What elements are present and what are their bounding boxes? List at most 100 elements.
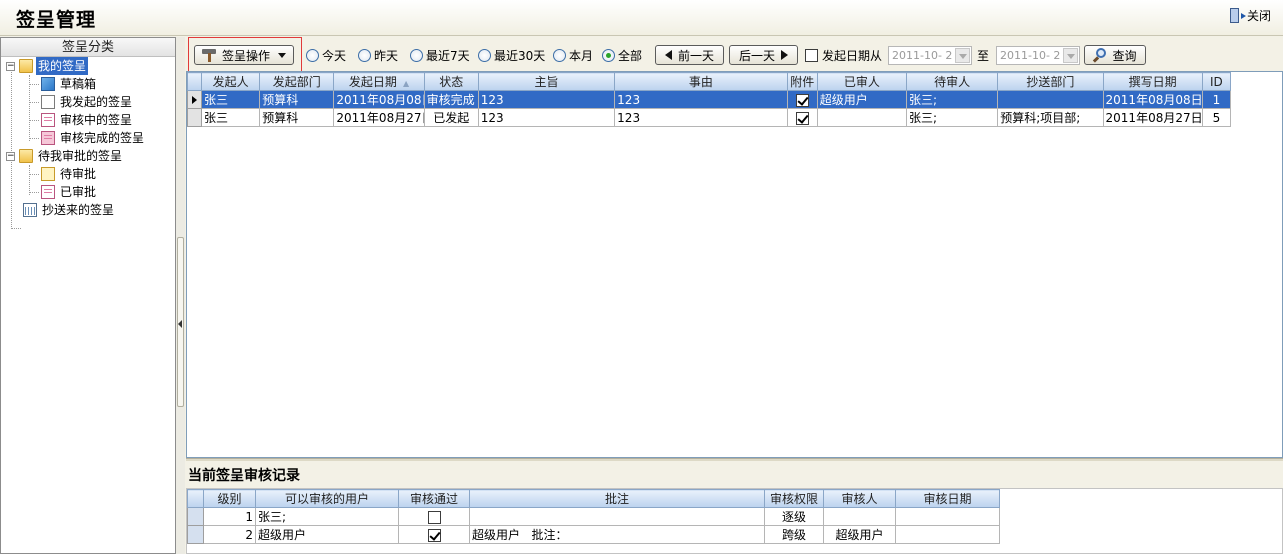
- toolbar: 签呈操作 今天 昨天 最近7天 最近30天 本月 全部 前一天 后一天 发起日期…: [186, 37, 1283, 73]
- cell-id[interactable]: 5: [1201, 108, 1232, 127]
- cell-level[interactable]: 2: [203, 525, 256, 544]
- cell-initiated-date[interactable]: 2011年08月08日: [333, 90, 425, 109]
- table-row[interactable]: 张三 预算科 2011年08月08日 审核完成 123 123 超级用户 张三;…: [186, 90, 1232, 109]
- cell-department[interactable]: 预算科: [259, 90, 335, 109]
- filter-all[interactable]: 全部: [602, 45, 642, 65]
- next-day-button[interactable]: 后一天: [729, 45, 798, 65]
- checkbox-checked-icon[interactable]: [427, 528, 441, 542]
- cell-reviewed-by[interactable]: [816, 108, 907, 127]
- tree-item-review-complete[interactable]: 审核完成的签呈: [41, 129, 146, 147]
- cell-reviewed-by[interactable]: 超级用户: [816, 90, 907, 109]
- col-audit-date[interactable]: 审核日期: [895, 489, 1000, 508]
- cell-eligible-users[interactable]: 张三;: [255, 507, 399, 526]
- cell-level[interactable]: 1: [203, 507, 256, 526]
- collapse-toggle-icon[interactable]: −: [6, 61, 15, 71]
- cell-audit-date[interactable]: [895, 525, 1000, 544]
- col-id[interactable]: ID: [1201, 72, 1232, 91]
- table-row[interactable]: 2 超级用户 超级用户 批注： 跨级 超级用户: [187, 525, 1000, 544]
- tree-item-approved[interactable]: 已审批: [41, 183, 98, 201]
- col-reviewed-by[interactable]: 已审人: [816, 72, 907, 91]
- cell-passed[interactable]: [398, 507, 470, 526]
- col-department[interactable]: 发起部门: [259, 72, 335, 91]
- query-button[interactable]: 查询: [1084, 45, 1146, 65]
- cell-status[interactable]: 已发起: [423, 108, 479, 127]
- cell-reason[interactable]: 123: [614, 90, 788, 109]
- prev-day-button[interactable]: 前一天: [655, 45, 724, 65]
- col-passed[interactable]: 审核通过: [398, 489, 470, 508]
- cell-status[interactable]: 审核完成: [423, 90, 479, 109]
- cell-initiator[interactable]: 张三: [201, 90, 261, 109]
- calendar-dropdown-icon[interactable]: [1063, 47, 1078, 63]
- row-indicator[interactable]: [187, 507, 204, 526]
- cell-eligible-users[interactable]: 超级用户: [255, 525, 399, 544]
- collapse-left-icon[interactable]: [178, 320, 182, 328]
- col-pending-reviewer[interactable]: 待审人: [905, 72, 999, 91]
- cell-subject[interactable]: 123: [477, 90, 616, 109]
- filter-last-7-days[interactable]: 最近7天: [410, 45, 470, 65]
- col-level[interactable]: 级别: [203, 489, 256, 508]
- date-to-picker[interactable]: 2011-10- 2: [996, 45, 1080, 65]
- filter-yesterday[interactable]: 昨天: [358, 45, 398, 65]
- checkbox-icon[interactable]: [427, 510, 441, 524]
- col-attachment[interactable]: 附件: [786, 72, 818, 91]
- date-filter-checkbox[interactable]: 发起日期从: [805, 45, 882, 65]
- close-button[interactable]: 关闭: [1229, 6, 1271, 24]
- tree-item-cc-received[interactable]: 抄送来的签呈: [23, 201, 116, 219]
- col-initiated-date[interactable]: 发起日期 ▲: [333, 72, 425, 91]
- operations-menu-button[interactable]: 签呈操作: [194, 45, 294, 65]
- col-reason[interactable]: 事由: [614, 72, 788, 91]
- cell-permission[interactable]: 跨级: [764, 525, 824, 544]
- tree-item-drafts[interactable]: 草稿箱: [41, 75, 98, 93]
- cell-auditor[interactable]: [823, 507, 896, 526]
- tree-item-awaiting-my-approval[interactable]: − 待我审批的签呈: [6, 147, 124, 165]
- cell-initiated-date[interactable]: 2011年08月27日: [333, 108, 425, 127]
- table-row[interactable]: 张三 预算科 2011年08月27日 已发起 123 123 张三; 预算科;项…: [186, 108, 1232, 127]
- cell-cc-department[interactable]: [997, 90, 1104, 109]
- row-indicator[interactable]: [186, 108, 203, 127]
- filter-this-month[interactable]: 本月: [553, 45, 593, 65]
- cell-permission[interactable]: 逐级: [764, 507, 824, 526]
- cell-pending-reviewer[interactable]: 张三;: [905, 108, 999, 127]
- cell-attachment[interactable]: [786, 90, 818, 109]
- cell-reason[interactable]: 123: [614, 108, 788, 127]
- cell-passed[interactable]: [398, 525, 470, 544]
- checkbox-checked-icon[interactable]: [795, 111, 809, 125]
- collapse-toggle-icon[interactable]: −: [6, 151, 15, 161]
- checkbox-checked-icon[interactable]: [795, 93, 809, 107]
- cell-department[interactable]: 预算科: [259, 108, 335, 127]
- col-comment[interactable]: 批注: [469, 489, 765, 508]
- col-cc-department[interactable]: 抄送部门: [997, 72, 1104, 91]
- panel-splitter[interactable]: [176, 37, 185, 554]
- col-status[interactable]: 状态: [423, 72, 479, 91]
- cell-attachment[interactable]: [786, 108, 818, 127]
- tree-item-pending[interactable]: 待审批: [41, 165, 98, 183]
- table-row[interactable]: 1 张三; 逐级: [187, 507, 1000, 526]
- col-subject[interactable]: 主旨: [477, 72, 616, 91]
- date-from-picker[interactable]: 2011-10- 2: [888, 45, 972, 65]
- col-written-date[interactable]: 撰写日期: [1102, 72, 1203, 91]
- cell-comment[interactable]: [469, 507, 765, 526]
- filter-last-30-days[interactable]: 最近30天: [478, 45, 545, 65]
- tree-item-initiated[interactable]: 我发起的签呈: [41, 93, 134, 111]
- cell-initiator[interactable]: 张三: [201, 108, 261, 127]
- cell-auditor[interactable]: 超级用户: [823, 525, 896, 544]
- cell-written-date[interactable]: 2011年08月08日: [1102, 90, 1203, 109]
- tree-item-under-review[interactable]: 审核中的签呈: [41, 111, 134, 129]
- cell-audit-date[interactable]: [895, 507, 1000, 526]
- row-indicator[interactable]: [186, 90, 203, 109]
- filter-today[interactable]: 今天: [306, 45, 346, 65]
- col-eligible-users[interactable]: 可以审核的用户: [255, 489, 399, 508]
- cell-pending-reviewer[interactable]: 张三;: [905, 90, 999, 109]
- cell-comment[interactable]: 超级用户 批注：: [469, 525, 765, 544]
- cell-written-date[interactable]: 2011年08月27日: [1102, 108, 1203, 127]
- col-auditor[interactable]: 审核人: [823, 489, 896, 508]
- tree-item-my-requests[interactable]: − 我的签呈: [6, 57, 89, 75]
- cell-cc-department[interactable]: 预算科;项目部;: [997, 108, 1104, 127]
- col-permission[interactable]: 审核权限: [764, 489, 824, 508]
- panel-divider[interactable]: [186, 458, 1283, 461]
- row-indicator[interactable]: [187, 525, 204, 544]
- cell-id[interactable]: 1: [1201, 90, 1232, 109]
- cell-subject[interactable]: 123: [477, 108, 616, 127]
- col-initiator[interactable]: 发起人: [201, 72, 261, 91]
- calendar-dropdown-icon[interactable]: [955, 47, 970, 63]
